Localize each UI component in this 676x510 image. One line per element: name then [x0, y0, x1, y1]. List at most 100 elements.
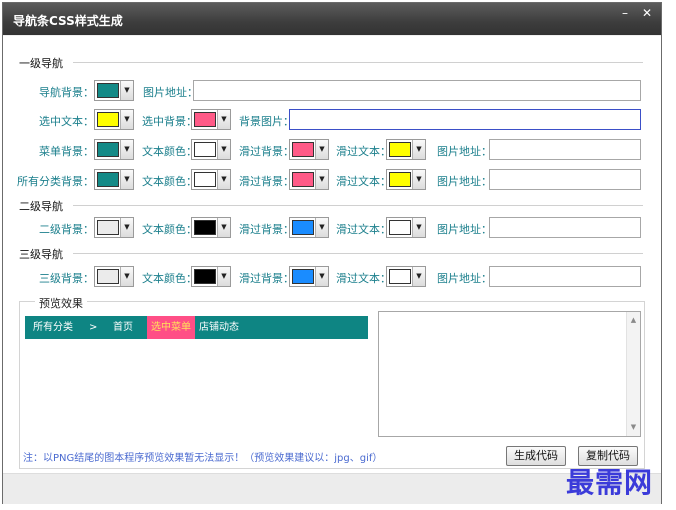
all-cat-img-addr-input[interactable] — [489, 169, 641, 190]
text-color-label: 文本颜色： — [142, 175, 197, 188]
chevron-down-icon[interactable]: ▼ — [217, 267, 230, 286]
chevron-down-icon[interactable]: ▼ — [217, 170, 230, 189]
l2-hover-text-color-picker[interactable]: ▼ — [386, 217, 426, 238]
img-addr-label: 图片地址： — [437, 175, 492, 188]
color-swatch — [194, 269, 216, 284]
color-swatch — [97, 83, 119, 98]
code-output-textarea[interactable]: ▲ ▼ — [378, 311, 641, 437]
preview-nav-selected[interactable]: 选中菜单 — [147, 316, 195, 339]
chevron-down-icon[interactable]: ▼ — [120, 267, 133, 286]
scroll-up-icon[interactable]: ▲ — [627, 314, 640, 327]
sel-text-color-picker[interactable]: ▼ — [94, 109, 134, 130]
menu-bg-color-picker[interactable]: ▼ — [94, 139, 134, 160]
level1-row4: 所有分类背景： ▼ 文本颜色： ▼ 滑过背景： ▼ 滑过文本： ▼ 图片地址： — [3, 169, 661, 191]
close-button[interactable]: ✕ — [637, 4, 657, 22]
status-bar — [3, 473, 661, 504]
preview-nav-all-categories[interactable]: 所有分类 — [29, 316, 77, 339]
chevron-down-icon[interactable]: ▼ — [120, 110, 133, 129]
sel-bg-label: 选中背景： — [142, 115, 197, 128]
hover-bg-color-picker[interactable]: ▼ — [289, 169, 329, 190]
watermark-logo: 最需网 — [566, 466, 654, 499]
all-cat-bg-label: 所有分类背景： — [17, 175, 94, 188]
vertical-scrollbar[interactable]: ▲ ▼ — [626, 312, 640, 436]
chevron-down-icon[interactable]: ▼ — [315, 170, 328, 189]
text-color-label: 文本颜色： — [142, 223, 197, 236]
level2-row: 二级背景： ▼ 文本颜色： ▼ 滑过背景： ▼ 滑过文本： ▼ 图片地址： — [3, 217, 661, 239]
img-addr-label: 图片地址： — [437, 223, 492, 236]
chevron-down-icon[interactable]: ▼ — [217, 110, 230, 129]
color-swatch — [292, 172, 314, 187]
menu-img-addr-input[interactable] — [489, 139, 641, 160]
l3-text-color-picker[interactable]: ▼ — [191, 266, 231, 287]
nav-img-addr-input[interactable] — [193, 80, 641, 101]
color-swatch — [194, 142, 216, 157]
l3-hover-text-color-picker[interactable]: ▼ — [386, 266, 426, 287]
section-level3-title: 三级导航 — [19, 248, 63, 261]
chevron-down-icon[interactable]: ▼ — [412, 140, 425, 159]
chevron-down-icon[interactable]: ▼ — [120, 140, 133, 159]
l2-hover-bg-color-picker[interactable]: ▼ — [289, 217, 329, 238]
color-swatch — [97, 172, 119, 187]
hover-text-label: 滑过文本： — [336, 272, 391, 285]
chevron-down-icon[interactable]: ▼ — [315, 218, 328, 237]
l2-bg-label: 二级背景： — [39, 223, 94, 236]
chevron-down-icon[interactable]: ▼ — [217, 140, 230, 159]
l2-bg-color-picker[interactable]: ▼ — [94, 217, 134, 238]
text-color-picker[interactable]: ▼ — [191, 169, 231, 190]
preview-nav-store-news[interactable]: 店铺动态 — [195, 316, 243, 339]
l2-text-color-picker[interactable]: ▼ — [191, 217, 231, 238]
png-note: 注：以PNG结尾的图本程序预览效果暂无法显示！（预览效果建议以：jpg、gif） — [23, 453, 383, 464]
color-swatch — [292, 220, 314, 235]
chevron-down-icon[interactable]: ▼ — [412, 267, 425, 286]
color-swatch — [194, 112, 216, 127]
hover-bg-label: 滑过背景： — [239, 223, 294, 236]
scroll-down-icon[interactable]: ▼ — [627, 421, 640, 434]
l3-bg-color-picker[interactable]: ▼ — [94, 266, 134, 287]
client-area: 一级导航 导航背景： ▼ 图片地址： 选中文本： ▼ 选中背景： ▼ 背景图片：… — [3, 36, 661, 473]
chevron-down-icon[interactable]: ▼ — [412, 170, 425, 189]
level1-row2: 选中文本： ▼ 选中背景： ▼ 背景图片： — [3, 109, 661, 131]
chevron-down-icon[interactable]: ▼ — [120, 218, 133, 237]
chevron-down-icon[interactable]: ▼ — [412, 218, 425, 237]
level1-row1: 导航背景： ▼ 图片地址： — [3, 80, 661, 102]
nav-bg-label: 导航背景： — [39, 86, 94, 99]
sel-bg-color-picker[interactable]: ▼ — [191, 109, 231, 130]
bg-img-input[interactable] — [289, 109, 641, 130]
hover-bg-label: 滑过背景： — [239, 145, 294, 158]
color-swatch — [389, 220, 411, 235]
chevron-down-icon[interactable]: ▼ — [315, 267, 328, 286]
l3-hover-bg-color-picker[interactable]: ▼ — [289, 266, 329, 287]
chevron-down-icon[interactable]: ▼ — [120, 81, 133, 100]
hover-bg-color-picker[interactable]: ▼ — [289, 139, 329, 160]
chevron-down-icon[interactable]: ▼ — [315, 140, 328, 159]
text-color-picker[interactable]: ▼ — [191, 139, 231, 160]
hover-text-label: 滑过文本： — [336, 145, 391, 158]
preview-group-label: 预览效果 — [35, 295, 87, 311]
preview-nav-bar: 所有分类 > 首页 选中菜单 店铺动态 — [25, 316, 368, 339]
color-swatch — [97, 220, 119, 235]
img-addr-label: 图片地址： — [437, 145, 492, 158]
hover-text-color-picker[interactable]: ▼ — [386, 139, 426, 160]
title-bar: 导航条CSS样式生成 – ✕ — [3, 3, 661, 35]
hover-text-color-picker[interactable]: ▼ — [386, 169, 426, 190]
chevron-down-icon[interactable]: ▼ — [217, 218, 230, 237]
chevron-down-icon[interactable]: ▼ — [120, 170, 133, 189]
level1-row3: 菜单背景： ▼ 文本颜色： ▼ 滑过背景： ▼ 滑过文本： ▼ 图片地址： — [3, 139, 661, 161]
text-color-label: 文本颜色： — [142, 145, 197, 158]
minimize-button[interactable]: – — [615, 4, 635, 22]
nav-bg-color-picker[interactable]: ▼ — [94, 80, 134, 101]
section-level1-title: 一级导航 — [19, 57, 63, 70]
color-swatch — [194, 220, 216, 235]
generate-code-button[interactable]: 生成代码 — [506, 446, 566, 466]
color-swatch — [389, 269, 411, 284]
l2-img-addr-input[interactable] — [489, 217, 641, 238]
l3-img-addr-input[interactable] — [489, 266, 641, 287]
img-addr-label: 图片地址： — [437, 272, 492, 285]
hover-bg-label: 滑过背景： — [239, 175, 294, 188]
section-divider — [73, 62, 643, 63]
preview-nav-home[interactable]: 首页 — [109, 316, 137, 339]
all-cat-bg-color-picker[interactable]: ▼ — [94, 169, 134, 190]
preview-nav-arrow: > — [89, 322, 98, 333]
color-swatch — [389, 172, 411, 187]
menu-bg-label: 菜单背景： — [39, 145, 94, 158]
